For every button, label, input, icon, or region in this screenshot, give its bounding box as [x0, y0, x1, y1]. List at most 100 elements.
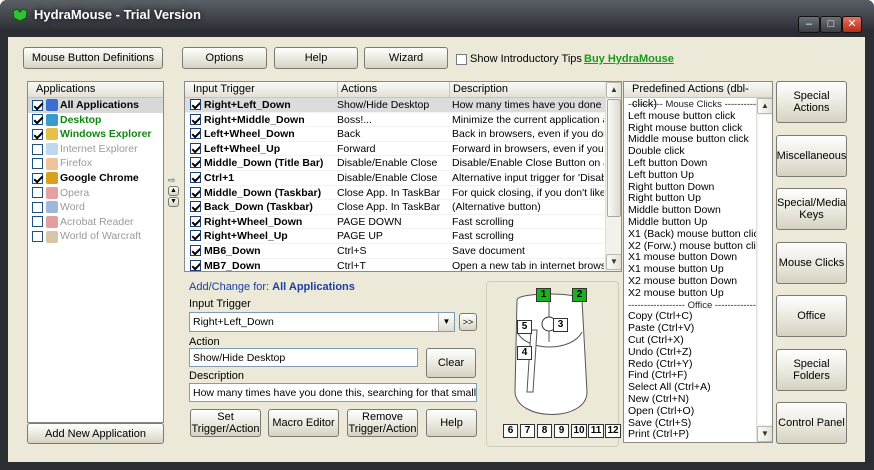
wizard-button[interactable]: Wizard — [364, 47, 448, 69]
predefined-action-item[interactable]: Open (Ctrl+O) — [624, 405, 772, 418]
options-button[interactable]: Options — [182, 47, 267, 69]
help-button[interactable]: Help — [274, 47, 358, 69]
table-row[interactable]: Back_Down (Taskbar) Close App. In TaskBar… — [185, 200, 621, 215]
maximize-button[interactable]: □ — [820, 16, 842, 33]
application-item[interactable]: World of Warcraft — [28, 229, 163, 244]
remove-trigger-action-button[interactable]: Remove Trigger/Action — [347, 409, 418, 437]
table-row[interactable]: Right+Wheel_Up PAGE UP Fast scrolling — [185, 229, 621, 244]
scroll-thumb[interactable] — [607, 99, 621, 217]
predefined-action-item[interactable]: Left button Down — [624, 157, 772, 170]
trigger-enabled-checkbox[interactable] — [190, 215, 201, 227]
mouse-key-5[interactable]: 5 — [517, 320, 532, 334]
predefined-scroll-up-icon[interactable]: ▲ — [757, 98, 772, 114]
move-down-button[interactable]: ▼ — [168, 197, 179, 207]
column-description[interactable]: Description — [449, 82, 508, 97]
trigger-enabled-checkbox[interactable] — [190, 230, 201, 242]
predefined-action-item[interactable]: X1 (Back) mouse button click — [624, 228, 772, 241]
table-row[interactable]: Right+Wheel_Down PAGE DOWN Fast scrolling — [185, 215, 621, 230]
trigger-enabled-checkbox[interactable] — [190, 244, 201, 256]
predefined-action-item[interactable]: X2 mouse button Up — [624, 287, 772, 300]
table-row[interactable]: Ctrl+1 Disable/Enable Close Alternative in… — [185, 171, 621, 186]
close-button[interactable]: ✕ — [842, 16, 862, 33]
trigger-enabled-checkbox[interactable] — [190, 113, 201, 125]
minimize-button[interactable]: – — [798, 16, 820, 33]
application-checkbox[interactable] — [32, 231, 43, 243]
more-triggers-button[interactable]: >> — [459, 313, 477, 331]
application-item[interactable]: All Applications — [28, 98, 163, 113]
application-item[interactable]: Google Chrome — [28, 171, 163, 186]
mouse-key-4[interactable]: 4 — [517, 346, 532, 360]
category-button[interactable]: Special Actions — [776, 81, 847, 123]
application-item[interactable]: Firefox — [28, 156, 163, 171]
trigger-enabled-checkbox[interactable] — [190, 128, 201, 140]
move-up-button[interactable]: ▲ — [168, 186, 179, 196]
predefined-action-item[interactable]: Cut (Ctrl+X) — [624, 334, 772, 347]
mouse-key-1[interactable]: 1 — [536, 288, 551, 302]
predefined-action-item[interactable]: Middle button Up — [624, 216, 772, 229]
predefined-scroll-track[interactable] — [758, 115, 772, 425]
mouse-key-10[interactable]: 10 — [571, 424, 587, 438]
predefined-action-item[interactable]: Undo (Ctrl+Z) — [624, 346, 772, 359]
application-item[interactable]: Acrobat Reader — [28, 215, 163, 230]
predefined-action-item[interactable]: Left mouse button click — [624, 110, 772, 123]
category-button[interactable]: Miscellaneous — [776, 134, 847, 177]
column-actions[interactable]: Actions — [337, 82, 377, 97]
predefined-action-item[interactable]: Left button Up — [624, 169, 772, 182]
application-checkbox[interactable] — [32, 158, 43, 170]
chevron-down-icon[interactable]: ▼ — [438, 313, 454, 331]
application-item[interactable]: Desktop — [28, 113, 163, 128]
description-field[interactable]: How many times have you done this, searc… — [189, 383, 477, 402]
table-row[interactable]: MB7_Down Ctrl+T Open a new tab in internet… — [185, 259, 621, 271]
macro-editor-button[interactable]: Macro Editor — [268, 409, 339, 437]
application-checkbox[interactable] — [32, 187, 43, 199]
action-field[interactable]: Show/Hide Desktop — [189, 348, 418, 367]
category-button[interactable]: Special/Media Keys — [776, 188, 847, 230]
table-row[interactable]: Middle_Down (Taskbar) Close App. In TaskB… — [185, 186, 621, 201]
table-row[interactable]: Left+Wheel_Up Forward Forward in browsers,… — [185, 142, 621, 157]
mouse-key-3[interactable]: 3 — [553, 318, 568, 332]
trigger-enabled-checkbox[interactable] — [190, 142, 201, 154]
mouse-key-8[interactable]: 8 — [537, 424, 552, 438]
trigger-enabled-checkbox[interactable] — [190, 201, 201, 213]
category-button[interactable]: Control Panel — [776, 402, 847, 444]
category-button[interactable]: Mouse Clicks — [776, 241, 847, 284]
mouse-key-9[interactable]: 9 — [554, 424, 569, 438]
trigger-enabled-checkbox[interactable] — [190, 171, 201, 183]
buy-hydramouse-link[interactable]: Buy HydraMouse — [584, 53, 674, 65]
application-checkbox[interactable] — [32, 114, 43, 126]
predefined-action-item[interactable]: X2 mouse button Down — [624, 275, 772, 288]
mouse-button-definitions-button[interactable]: Mouse Button Definitions — [23, 47, 163, 69]
application-checkbox[interactable] — [32, 99, 43, 111]
trigger-enabled-checkbox[interactable] — [190, 99, 201, 110]
application-item[interactable]: Windows Explorer — [28, 127, 163, 142]
table-row[interactable]: Right+Middle_Down Boss!... Minimize the cu… — [185, 113, 621, 128]
trigger-enabled-checkbox[interactable] — [190, 157, 201, 169]
category-button[interactable]: Special Folders — [776, 348, 847, 391]
trigger-enabled-checkbox[interactable] — [190, 259, 201, 271]
application-item[interactable]: Word — [28, 200, 163, 215]
application-checkbox[interactable] — [32, 143, 43, 155]
column-input-trigger[interactable]: Input Trigger — [193, 82, 255, 97]
application-item[interactable]: Internet Explorer — [28, 142, 163, 157]
clear-button[interactable]: Clear — [426, 348, 476, 378]
application-checkbox[interactable] — [32, 216, 43, 228]
editor-help-button[interactable]: Help — [426, 409, 477, 437]
add-new-application-button[interactable]: Add New Application — [27, 423, 164, 444]
table-row[interactable]: Right+Left_Down Show/Hide Desktop How many… — [185, 98, 621, 113]
application-checkbox[interactable] — [32, 128, 43, 140]
predefined-action-item[interactable]: New (Ctrl+N) — [624, 393, 772, 406]
mouse-key-7[interactable]: 7 — [520, 424, 535, 438]
mouse-key-11[interactable]: 11 — [588, 424, 604, 438]
predefined-scrollbar[interactable]: ▲ ▼ — [756, 98, 772, 442]
title-bar[interactable]: HydraMouse - Trial Version – □ ✕ — [0, 0, 874, 33]
predefined-scroll-down-icon[interactable]: ▼ — [757, 426, 772, 442]
input-trigger-select[interactable]: Right+Left_Down ▼ — [189, 312, 455, 332]
application-checkbox[interactable] — [32, 172, 43, 184]
table-row[interactable]: Left+Wheel_Down Back Back in browsers, eve… — [185, 127, 621, 142]
mouse-key-2[interactable]: 2 — [572, 288, 587, 302]
scroll-up-arrow-icon[interactable]: ▲ — [606, 82, 621, 98]
trigger-enabled-checkbox[interactable] — [190, 186, 201, 198]
trigger-table-scrollbar[interactable]: ▲ ▼ — [605, 82, 621, 271]
scroll-down-arrow-icon[interactable]: ▼ — [606, 254, 621, 270]
predefined-action-item[interactable]: Print (Ctrl+P) — [624, 429, 772, 441]
